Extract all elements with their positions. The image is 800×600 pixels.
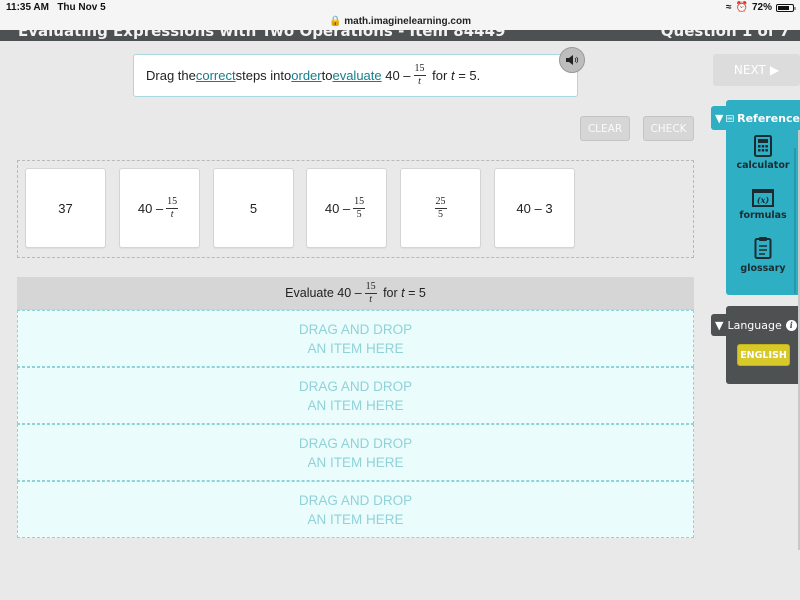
prompt-text: for bbox=[428, 68, 451, 83]
prompt-text: to bbox=[321, 68, 333, 83]
lock-icon: 🔒 bbox=[329, 16, 342, 27]
fraction: 15 t bbox=[364, 280, 377, 305]
drag-card-25-over-5[interactable]: 25 5 bbox=[400, 168, 481, 248]
fraction: 15 t bbox=[166, 195, 179, 220]
glossary-tool[interactable]: glossary bbox=[726, 236, 800, 274]
drag-card-5[interactable]: 5 bbox=[213, 168, 294, 248]
drag-card-40-minus-3[interactable]: 40 – 3 bbox=[494, 168, 575, 248]
drop-zone-2[interactable]: DRAG AND DROP AN ITEM HERE bbox=[17, 367, 694, 424]
url-bar[interactable]: 🔒 math.imaginelearning.com bbox=[0, 16, 800, 27]
glossary-link-correct[interactable]: correct bbox=[196, 68, 236, 83]
audio-button[interactable] bbox=[559, 47, 585, 73]
question-prompt: Drag the correct steps into order to eva… bbox=[133, 54, 578, 97]
prompt-text: steps into bbox=[235, 68, 292, 83]
battery-icon bbox=[776, 3, 796, 12]
svg-text:(x): (x) bbox=[757, 195, 770, 205]
wifi-icon: ≈ bbox=[726, 2, 732, 13]
status-indicators: ≈ ⏰ 72% bbox=[726, 2, 796, 13]
collapse-triangle-icon: ▼ bbox=[715, 111, 724, 125]
calculator-icon bbox=[754, 135, 772, 157]
drag-card-37[interactable]: 37 bbox=[25, 168, 106, 248]
drop-zone-1[interactable]: DRAG AND DROP AN ITEM HERE bbox=[17, 310, 694, 367]
reference-card-icon bbox=[726, 114, 735, 122]
drop-zone-4[interactable]: DRAG AND DROP AN ITEM HERE bbox=[17, 481, 694, 538]
collapse-triangle-icon: ▼ bbox=[715, 318, 724, 332]
check-button[interactable]: CHECK bbox=[643, 116, 694, 141]
english-language-button[interactable]: ENGLISH bbox=[737, 344, 790, 366]
drop-zone-3[interactable]: DRAG AND DROP AN ITEM HERE bbox=[17, 424, 694, 481]
status-time: 11:35 AM Thu Nov 5 bbox=[6, 2, 106, 13]
lesson-title: Evaluating Expressions with Two Operatio… bbox=[18, 30, 506, 40]
lesson-title-bar: Evaluating Expressions with Two Operatio… bbox=[0, 30, 800, 41]
reference-toggle[interactable]: ▼ Reference bbox=[711, 106, 800, 130]
fraction: 15 5 bbox=[353, 195, 366, 220]
formulas-tool[interactable]: (x) formulas bbox=[726, 189, 800, 221]
clear-button[interactable]: CLEAR bbox=[580, 116, 630, 141]
drag-card-40-minus-15-over-t[interactable]: 40 – 15 t bbox=[119, 168, 200, 248]
answer-header: Evaluate 40 – 15 t for t = 5 bbox=[17, 277, 694, 310]
next-button[interactable]: NEXT ▶ bbox=[713, 54, 800, 86]
language-title: Language bbox=[727, 318, 782, 332]
reference-scrollbar[interactable] bbox=[794, 148, 796, 294]
clipboard-icon bbox=[754, 237, 772, 259]
play-arrow-icon: ▶ bbox=[769, 63, 780, 77]
info-icon[interactable]: i bbox=[785, 319, 797, 331]
formulas-icon: (x) bbox=[752, 189, 774, 207]
prompt-text: = 5. bbox=[454, 68, 481, 83]
question-counter: Question 1 of 7 bbox=[660, 30, 790, 40]
expression-lead: 40 – bbox=[381, 68, 411, 83]
alarm-icon: ⏰ bbox=[735, 2, 748, 13]
calculator-tool[interactable]: calculator bbox=[726, 135, 800, 171]
prompt-text: Drag the bbox=[146, 68, 196, 83]
reference-title: Reference bbox=[737, 111, 800, 125]
language-toggle[interactable]: ▼ Language i bbox=[711, 314, 800, 336]
fraction: 15 t bbox=[413, 63, 426, 87]
glossary-link-evaluate[interactable]: evaluate bbox=[332, 68, 381, 83]
glossary-link-order[interactable]: order bbox=[291, 68, 321, 83]
ios-status-bar: 11:35 AM Thu Nov 5 🔒 math.imaginelearnin… bbox=[0, 0, 800, 30]
battery-percent: 72% bbox=[751, 2, 772, 13]
speaker-icon bbox=[566, 55, 579, 65]
fraction: 25 5 bbox=[434, 195, 447, 220]
drag-card-40-minus-15-over-5[interactable]: 40 – 15 5 bbox=[306, 168, 387, 248]
